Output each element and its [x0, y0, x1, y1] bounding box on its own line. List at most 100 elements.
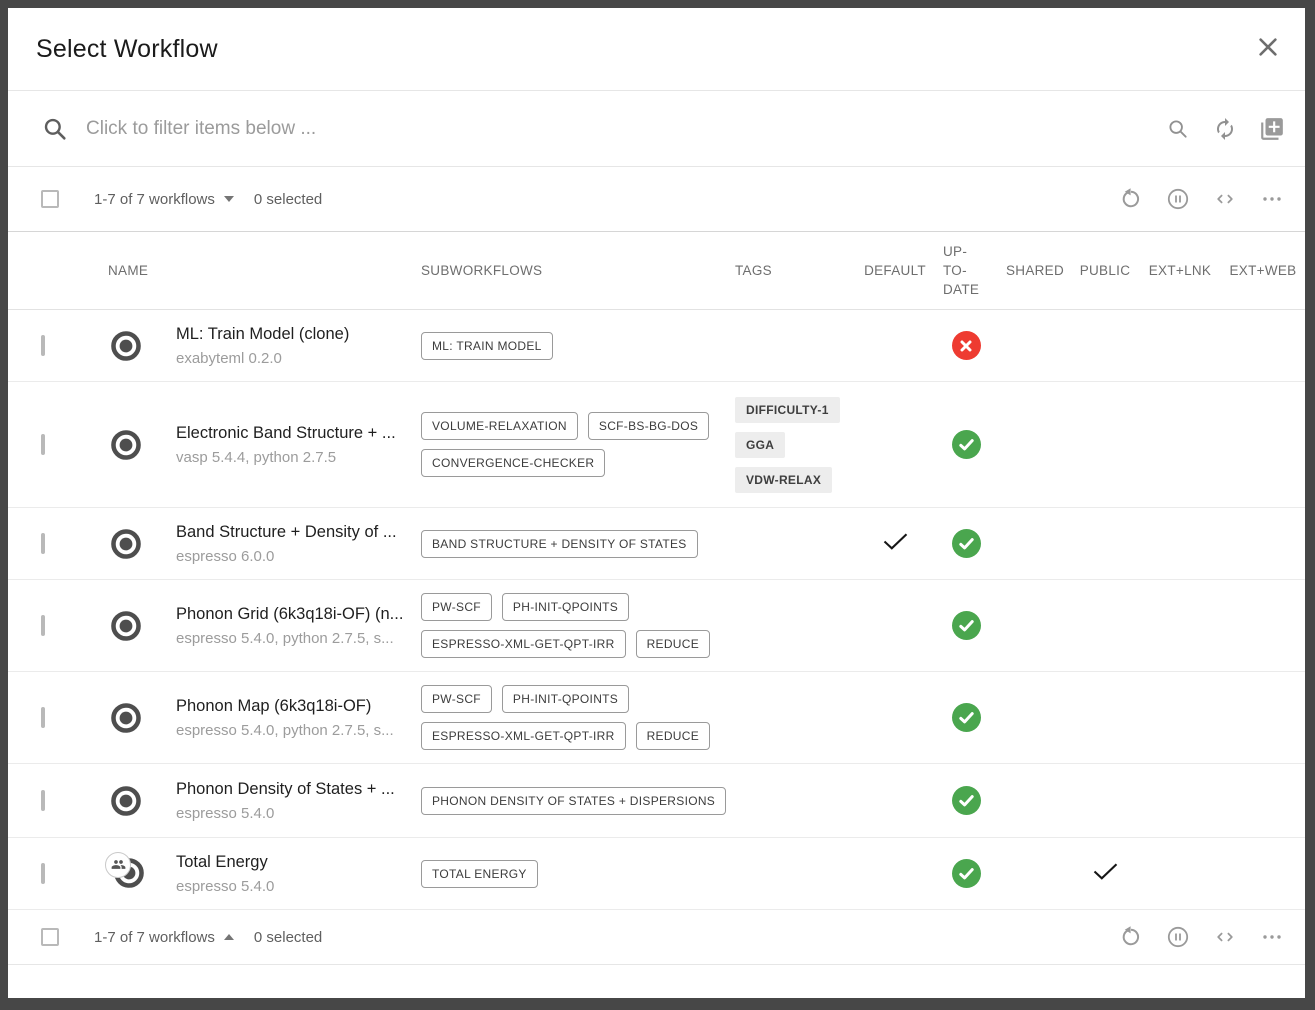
pause-circle-icon[interactable]: [1165, 186, 1191, 212]
col-header-default[interactable]: DEFAULT: [857, 263, 933, 278]
pagination-range-label[interactable]: 1-7 of 7 workflows: [94, 929, 215, 946]
subworkflow-chips: BAND STRUCTURE + DENSITY OF STATES: [421, 530, 735, 558]
table-toolbar-top: 1-7 of 7 workflows 0 selected: [8, 167, 1305, 232]
select-all-checkbox[interactable]: [41, 928, 59, 946]
up-to-date-pass-badge: [952, 430, 981, 459]
up-to-date-cell: [933, 611, 999, 640]
workflow-name: Phonon Map (6k3q18i-OF): [176, 697, 411, 716]
pause-circle-icon[interactable]: [1165, 924, 1191, 950]
workflow-applications: espresso 5.4.0, python 2.7.5, s...: [176, 630, 411, 647]
col-header-public[interactable]: PUBLIC: [1071, 263, 1139, 278]
subworkflow-chip: ESPRESSO-XML-GET-QPT-IRR: [421, 630, 626, 658]
table-row[interactable]: Phonon Density of States + ... espresso …: [8, 764, 1305, 838]
up-to-date-cell: [933, 703, 999, 732]
row-checkbox[interactable]: [41, 533, 45, 554]
up-to-date-pass-badge: [952, 859, 981, 888]
up-to-date-cell: [933, 430, 999, 459]
radio-icon: [76, 702, 176, 734]
table-row[interactable]: Total Energy espresso 5.4.0 TOTAL ENERGY: [8, 838, 1305, 910]
up-to-date-cell: [933, 331, 999, 360]
chevron-up-icon[interactable]: [224, 934, 234, 940]
up-to-date-pass-badge: [952, 703, 981, 732]
subworkflow-chip: PHONON DENSITY OF STATES + DISPERSIONS: [421, 787, 726, 815]
subworkflow-chip: PW-SCF: [421, 685, 492, 713]
col-header-up-to-date[interactable]: UP-TO-DATE: [933, 242, 999, 299]
filter-bar: [8, 91, 1305, 167]
subworkflow-chips: PW-SCFPH-INIT-QPOINTSESPRESSO-XML-GET-QP…: [421, 685, 735, 750]
pagination-range-label[interactable]: 1-7 of 7 workflows: [94, 191, 215, 208]
col-header-tags[interactable]: TAGS: [735, 263, 857, 278]
col-header-subworkflows[interactable]: SUBWORKFLOWS: [421, 263, 735, 278]
radio-icon: [76, 785, 176, 817]
up-to-date-pass-badge: [952, 529, 981, 558]
workflow-name: Phonon Grid (6k3q18i-OF) (n...: [176, 605, 411, 624]
workflow-name: Electronic Band Structure + ...: [176, 424, 411, 443]
row-checkbox[interactable]: [41, 707, 45, 728]
subworkflow-chip: TOTAL ENERGY: [421, 860, 538, 888]
radio-icon: [76, 528, 176, 560]
tag-chip: VDW-RELAX: [735, 467, 832, 493]
table-row[interactable]: Phonon Map (6k3q18i-OF) espresso 5.4.0, …: [8, 672, 1305, 764]
table-row[interactable]: Electronic Band Structure + ... vasp 5.4…: [8, 382, 1305, 508]
code-icon[interactable]: [1212, 186, 1238, 212]
radio-icon: [76, 610, 176, 642]
more-options-icon[interactable]: [1259, 924, 1285, 950]
default-cell: [857, 533, 933, 555]
table-row[interactable]: Phonon Grid (6k3q18i-OF) (n... espresso …: [8, 580, 1305, 672]
workflow-type-icon: [76, 854, 176, 894]
col-header-ext-lnk[interactable]: EXT+LNK: [1139, 263, 1221, 278]
row-checkbox[interactable]: [41, 790, 45, 811]
modal-title: Select Workflow: [36, 35, 218, 64]
subworkflow-chips: PW-SCFPH-INIT-QPOINTSESPRESSO-XML-GET-QP…: [421, 593, 735, 658]
workflow-name: ML: Train Model (clone): [176, 325, 411, 344]
col-header-ext-web[interactable]: EXT+WEB: [1221, 263, 1305, 278]
up-to-date-cell: [933, 786, 999, 815]
up-to-date-label: UP-TO-DATE: [943, 242, 989, 299]
subworkflow-chips: TOTAL ENERGY: [421, 860, 735, 888]
radio-icon: [76, 330, 176, 362]
up-to-date-pass-badge: [952, 786, 981, 815]
close-button[interactable]: [1253, 34, 1283, 64]
chevron-down-icon[interactable]: [224, 196, 234, 202]
table-row[interactable]: ML: Train Model (clone) exabyteml 0.2.0 …: [8, 310, 1305, 382]
undo-icon[interactable]: [1118, 186, 1144, 212]
subworkflow-chip: REDUCE: [636, 722, 710, 750]
filter-input[interactable]: [86, 118, 1165, 140]
table-toolbar-bottom: 1-7 of 7 workflows 0 selected: [8, 910, 1305, 965]
col-header-name[interactable]: NAME: [76, 263, 421, 278]
workflow-applications: espresso 5.4.0, python 2.7.5, s...: [176, 722, 411, 739]
subworkflow-chip: SCF-BS-BG-DOS: [588, 412, 709, 440]
subworkflow-chip: ESPRESSO-XML-GET-QPT-IRR: [421, 722, 626, 750]
more-options-icon[interactable]: [1259, 186, 1285, 212]
workflow-applications: espresso 5.4.0: [176, 805, 411, 822]
workflow-applications: exabyteml 0.2.0: [176, 350, 411, 367]
workflow-name: Total Energy: [176, 853, 411, 872]
subworkflow-chip: PW-SCF: [421, 593, 492, 621]
tag-chip: GGA: [735, 432, 785, 458]
search-action-icon[interactable]: [1165, 116, 1191, 142]
select-all-checkbox[interactable]: [41, 190, 59, 208]
row-checkbox[interactable]: [41, 434, 45, 455]
subworkflow-chips: ML: TRAIN MODEL: [421, 332, 735, 360]
undo-icon[interactable]: [1118, 924, 1144, 950]
table-row[interactable]: Band Structure + Density of ... espresso…: [8, 508, 1305, 580]
search-icon: [42, 116, 68, 142]
selected-count-label: 0 selected: [254, 191, 322, 208]
row-checkbox[interactable]: [41, 335, 45, 356]
up-to-date-pass-badge: [952, 611, 981, 640]
subworkflow-chips: VOLUME-RELAXATIONSCF-BS-BG-DOSCONVERGENC…: [421, 412, 735, 477]
code-icon[interactable]: [1212, 924, 1238, 950]
modal-header: Select Workflow: [8, 8, 1305, 91]
public-check-icon: [1093, 863, 1118, 885]
row-checkbox[interactable]: [41, 615, 45, 636]
col-header-shared[interactable]: SHARED: [999, 263, 1071, 278]
tag-chip: DIFFICULTY-1: [735, 397, 840, 423]
subworkflow-chip: BAND STRUCTURE + DENSITY OF STATES: [421, 530, 698, 558]
library-add-icon[interactable]: [1259, 116, 1285, 142]
shared-people-icon: [105, 852, 131, 878]
subworkflow-chip: ML: TRAIN MODEL: [421, 332, 553, 360]
row-checkbox[interactable]: [41, 863, 45, 884]
workflow-name: Band Structure + Density of ...: [176, 523, 411, 542]
up-to-date-cell: [933, 529, 999, 558]
refresh-sync-icon[interactable]: [1212, 116, 1238, 142]
